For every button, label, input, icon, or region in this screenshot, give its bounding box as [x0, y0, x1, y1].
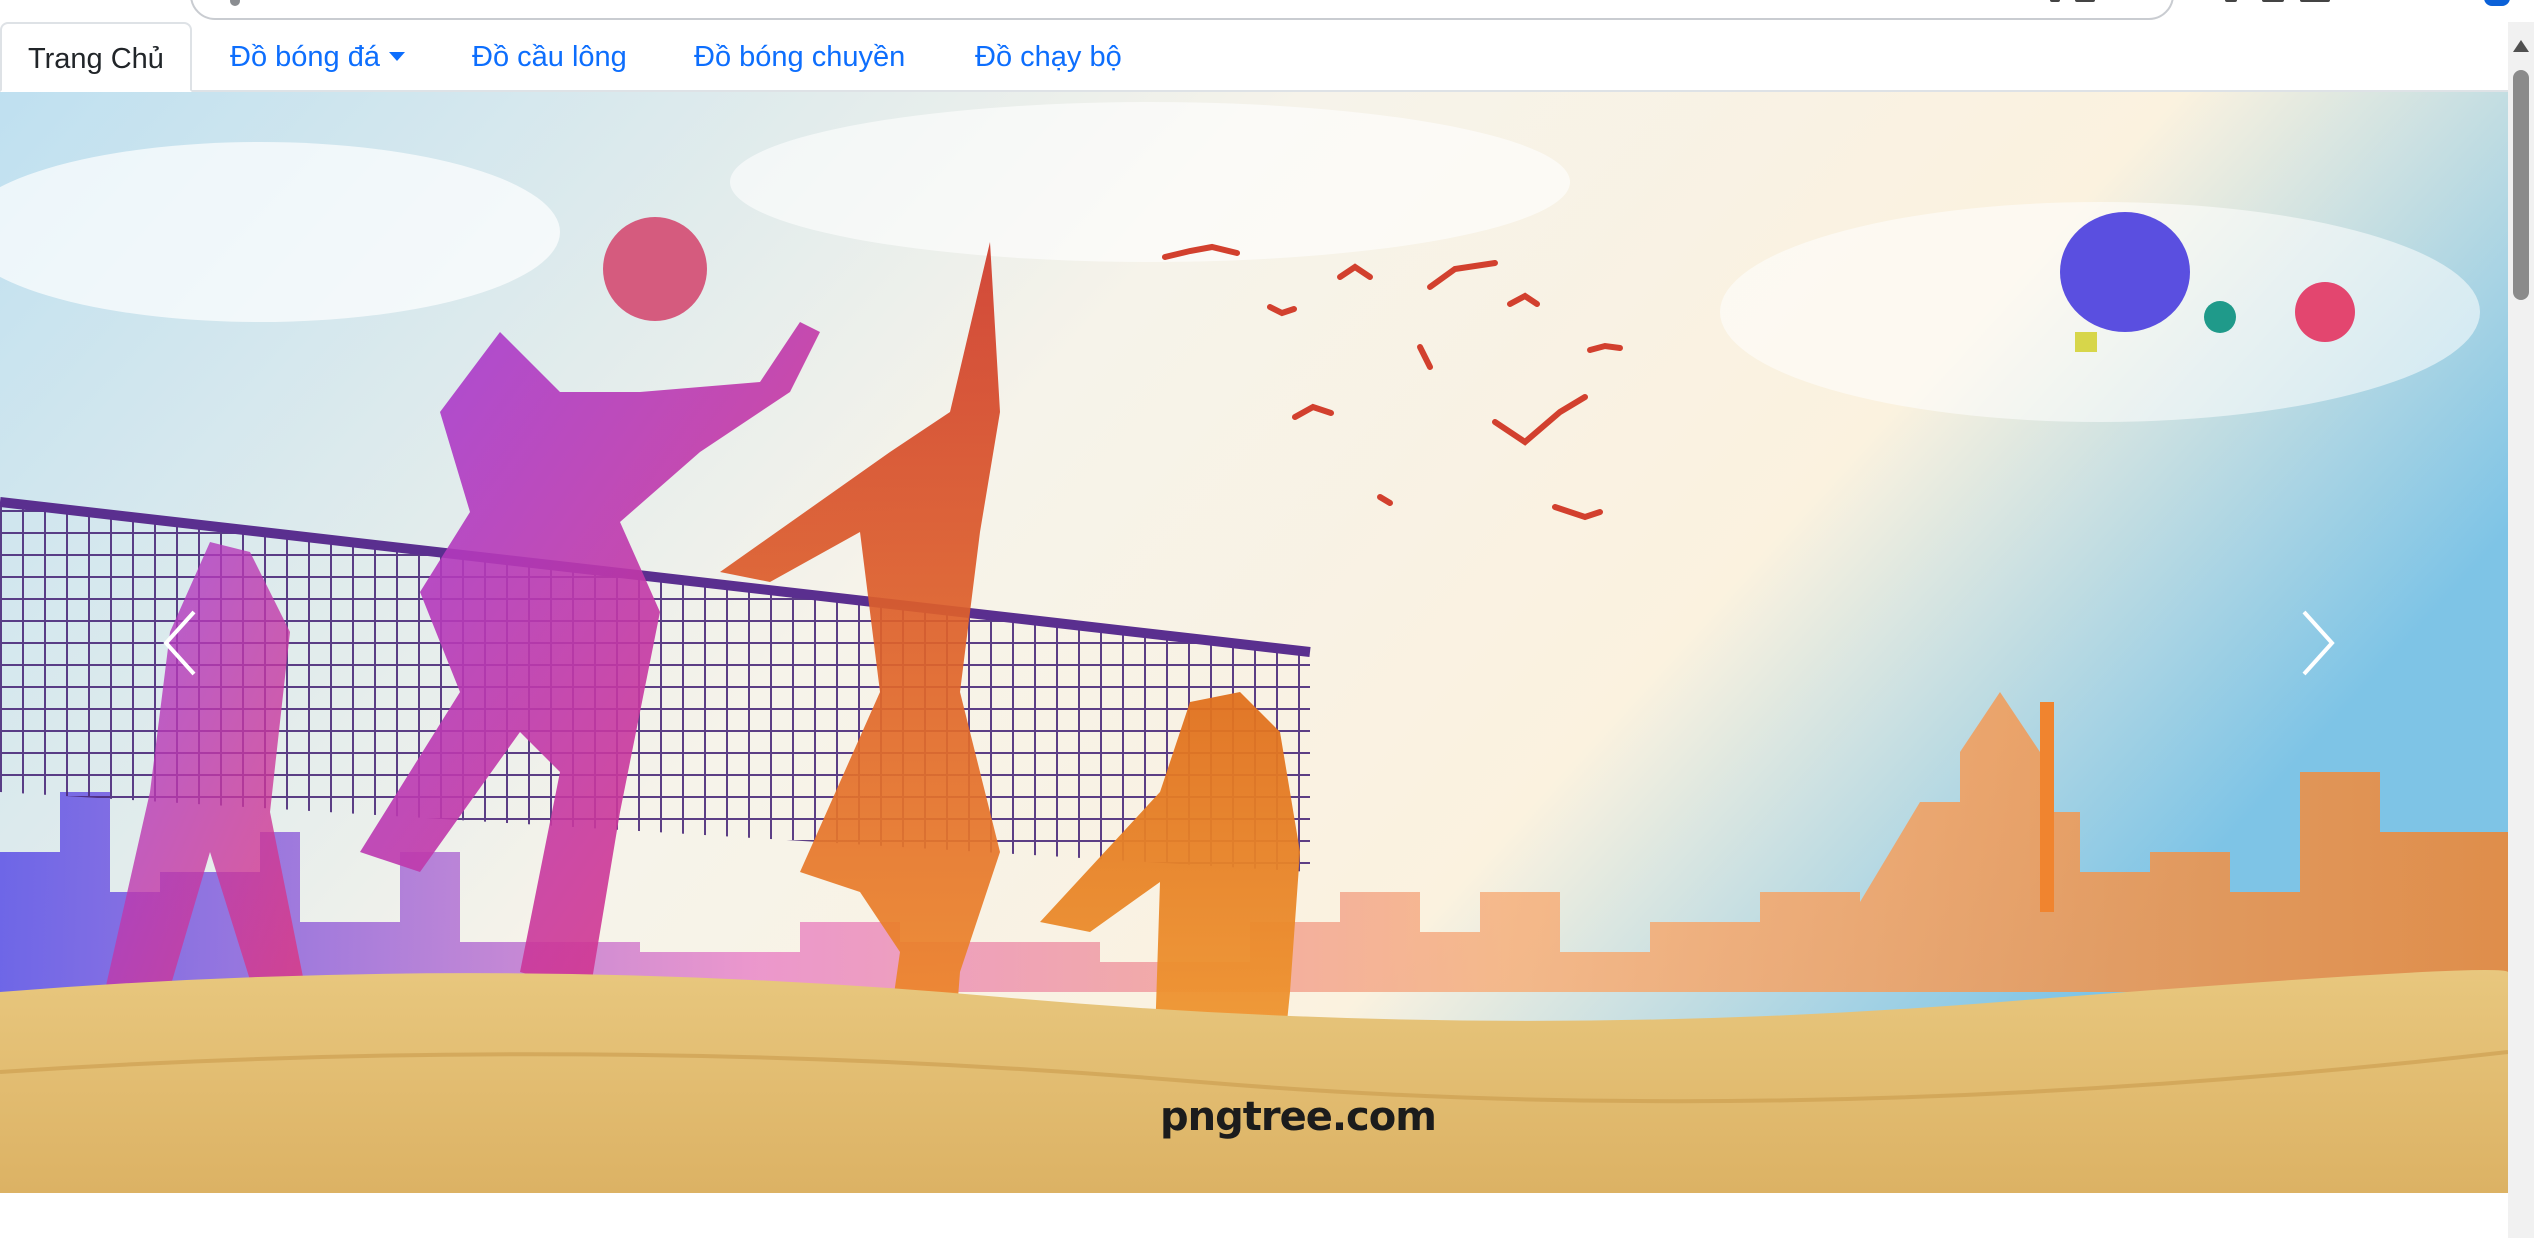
mic-icon[interactable]	[2050, 0, 2060, 2]
lens-icon[interactable]	[2075, 0, 2095, 2]
page-scrollbar[interactable]	[2508, 22, 2534, 1238]
profile-icon[interactable]	[2484, 0, 2510, 6]
chevron-right-icon	[2302, 610, 2335, 675]
tab-label: Đồ chạy bộ	[975, 41, 1122, 73]
hero-carousel: pngtree.com	[0, 92, 2508, 1193]
category-tabs: Trang Chủ Đồ bóng đá Đồ cầu lông Đồ bóng…	[0, 22, 2508, 92]
tab-do-bong-da[interactable]: Đồ bóng đá	[230, 22, 405, 92]
tab-do-bong-chuyen[interactable]: Đồ bóng chuyền	[694, 22, 905, 92]
caret-down-icon	[388, 51, 405, 61]
scroll-up-arrow-icon[interactable]	[2513, 40, 2529, 52]
carousel-prev-button[interactable]	[80, 92, 280, 1193]
browser-top-strip	[0, 0, 2534, 22]
tab-do-chay-bo[interactable]: Đồ chạy bộ	[975, 22, 1122, 92]
tab-label: Trang Chủ	[28, 43, 164, 75]
scrollbar-thumb[interactable]	[2513, 70, 2529, 300]
tab-label: Đồ bóng chuyền	[694, 41, 906, 73]
tab-do-cau-long[interactable]: Đồ cầu lông	[472, 22, 627, 92]
toolbar-icon[interactable]	[2225, 0, 2237, 2]
address-bar[interactable]	[190, 0, 2174, 20]
tab-label: Đồ bóng đá	[230, 41, 380, 73]
chevron-left-icon	[163, 610, 196, 675]
tab-label: Đồ cầu lông	[472, 41, 627, 73]
toolbar-icon[interactable]	[2300, 0, 2330, 2]
toolbar-icon[interactable]	[2262, 0, 2284, 2]
carousel-next-button[interactable]	[2218, 92, 2418, 1193]
tab-trang-chu[interactable]: Trang Chủ	[0, 22, 192, 92]
volleyball-banner-image	[0, 92, 2508, 1193]
image-watermark: pngtree.com	[1160, 1094, 1437, 1140]
